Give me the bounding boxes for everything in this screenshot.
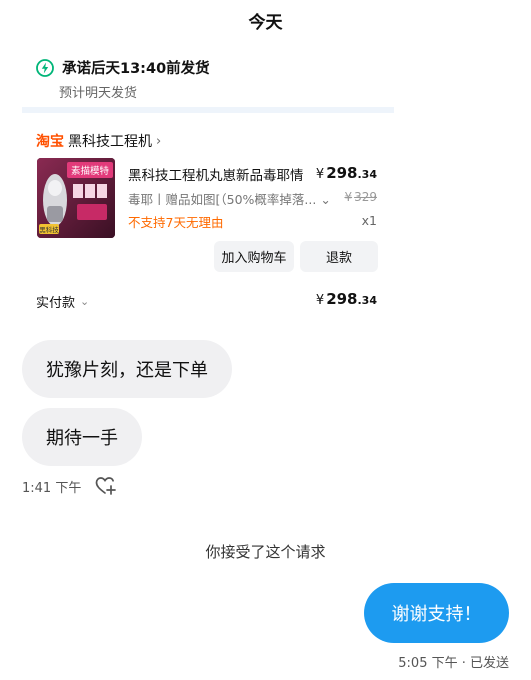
product-thumbnail[interactable]: 素描模特 黑科技 xyxy=(37,158,115,238)
paid-row[interactable]: 实付款 ⌄ xyxy=(36,292,89,311)
price-decimal: .34 xyxy=(357,168,378,181)
thumb-corner-text: 黑科技 xyxy=(39,225,59,234)
shop-row[interactable]: 淘宝 黑科技工程机 › xyxy=(36,131,161,151)
sent-message[interactable]: 谢谢支持！ xyxy=(364,583,509,643)
shipping-row: 承诺后天13:40前发货 xyxy=(36,57,210,78)
received-message[interactable]: 犹豫片刻，还是下单 xyxy=(22,340,232,398)
card-divider xyxy=(22,107,394,113)
refund-button[interactable]: 退款 xyxy=(300,241,378,272)
price-symbol: ¥ xyxy=(315,167,325,182)
received-message[interactable]: 期待一手 xyxy=(22,408,142,466)
product-title[interactable]: 黑科技工程机丸崽新品毒耶情 xyxy=(128,164,312,184)
shop-name[interactable]: 黑科技工程机 xyxy=(68,131,152,151)
shipping-promise: 承诺后天13:40前发货 xyxy=(62,61,210,77)
variant-text: 毒耶丨赠品如图[（50%概率掉落... xyxy=(128,192,317,207)
paid-symbol: ¥ xyxy=(315,293,325,308)
taobao-logo: 淘宝 xyxy=(36,134,64,150)
paid-decimal: .34 xyxy=(357,294,378,307)
received-meta: 1:41 下午 xyxy=(22,476,117,496)
chevron-down-icon: ⌄ xyxy=(320,192,331,207)
original-price: ¥329 xyxy=(344,190,377,204)
paid-label: 实付款 xyxy=(36,296,76,311)
product-variant[interactable]: 毒耶丨赠品如图[（50%概率掉落... ⌄ xyxy=(128,189,336,208)
paid-integer: 298 xyxy=(326,290,358,308)
quantity: x1 xyxy=(361,213,377,228)
orig-price-value: 329 xyxy=(354,190,377,204)
thumb-banner-text: 素描模特 xyxy=(71,165,110,177)
date-header: 今天 xyxy=(248,13,283,33)
sent-meta: 5:05 下午 · 已发送 xyxy=(398,656,509,671)
lightning-bolt-icon xyxy=(36,58,54,77)
heart-plus-icon[interactable] xyxy=(95,476,117,496)
product-price: ¥298.34 xyxy=(316,164,377,182)
chevron-down-icon: ⌄ xyxy=(80,295,90,308)
chevron-right-icon: › xyxy=(156,133,162,149)
shipping-estimate: 预计明天发货 xyxy=(59,86,138,101)
system-note: 你接受了这个请求 xyxy=(205,543,326,561)
return-policy: 不支持7天无理由 xyxy=(128,215,224,230)
add-to-cart-button[interactable]: 加入购物车 xyxy=(214,241,294,272)
paid-amount: ¥298.34 xyxy=(316,290,377,308)
orig-price-symbol: ¥ xyxy=(344,190,353,204)
price-integer: 298 xyxy=(326,164,358,182)
received-timestamp: 1:41 下午 xyxy=(22,480,82,496)
